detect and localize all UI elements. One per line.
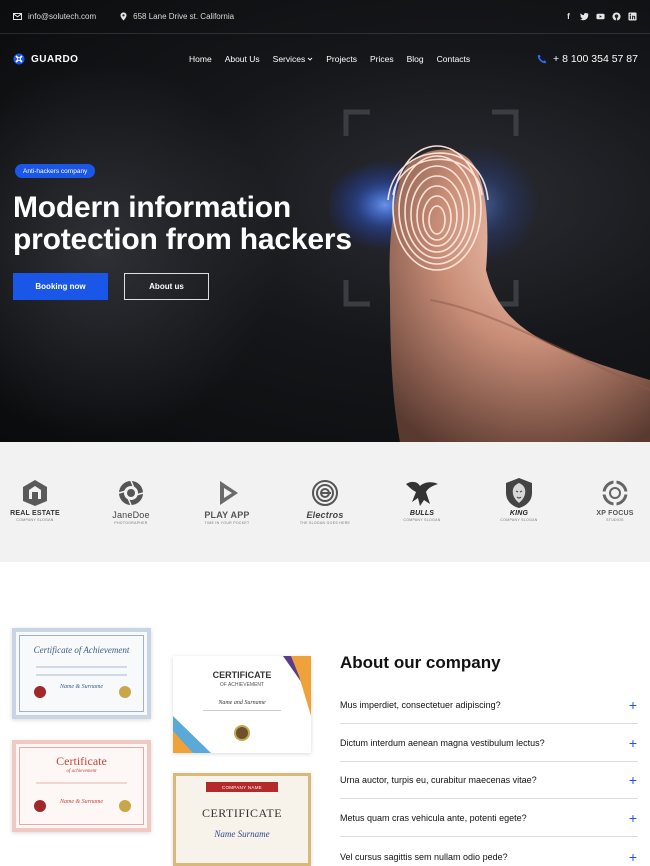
partner-slogan: THE SLOGAN GOES HERE: [299, 521, 351, 525]
certificate-image-pink: Certificate of achievement Name & Surnam…: [12, 740, 151, 832]
certificate-recipient-name: Name Surname: [214, 829, 270, 839]
certificate-image-modern: CERTIFICATE OF ACHIEVEMENT Name and Surn…: [173, 656, 311, 753]
partner-name: JaneDoe: [112, 510, 150, 520]
partner-name: PLAY APP: [204, 510, 250, 520]
nav-link-home[interactable]: Home: [189, 54, 212, 64]
partner-logos-strip: REAL ESTATE COMPANY SLOGAN JaneDoe PHOTO…: [0, 442, 650, 562]
mail-icon: [13, 13, 22, 20]
partner-slogan: PHOTOGRAPHER: [114, 521, 148, 525]
xp-focus-logo-icon: [602, 480, 628, 506]
real-estate-logo-icon: [23, 480, 47, 506]
partner-name: XP FOCUS: [596, 510, 634, 517]
certificate-title: CERTIFICATE: [201, 806, 283, 820]
logo-icon: [13, 53, 25, 65]
wax-seal-icon: [34, 800, 46, 812]
contact-address: 658 Lane Drive st. California: [120, 12, 234, 21]
facebook-icon[interactable]: f: [564, 12, 573, 21]
partner-logo-king[interactable]: KING COMPANY SLOGAN: [484, 478, 554, 528]
logo-text: GUARDO: [31, 53, 79, 65]
partner-name: KING: [509, 510, 529, 517]
about-us-button[interactable]: About us: [124, 273, 209, 300]
play-icon: [220, 481, 238, 505]
certificate-recipient-name: Name and Surname: [218, 700, 266, 706]
plus-icon[interactable]: +: [628, 698, 638, 712]
faq-question: Mus imperdiet, consectetuer adipiscing?: [340, 700, 501, 710]
header-phone[interactable]: + 8 100 354 57 87: [537, 40, 638, 78]
faq-question: Metus quam cras vehicula ante, potenti e…: [340, 813, 527, 823]
nav-link-prices[interactable]: Prices: [370, 54, 394, 64]
partner-slogan: COMPANY SLOGAN: [403, 518, 441, 522]
lion-shield-icon: [506, 478, 532, 508]
site-logo[interactable]: GUARDO: [13, 53, 78, 65]
gold-medal-icon: [119, 686, 131, 698]
partner-logo-xp-focus[interactable]: XP FOCUS STUDIOS: [580, 478, 650, 528]
youtube-icon[interactable]: [596, 12, 605, 21]
certificate-ribbon: COMPANY NAME: [206, 782, 278, 792]
booking-now-button[interactable]: Booking now: [13, 273, 108, 300]
hero-badge: Anti-hackers company: [15, 164, 96, 178]
faq-question: Vel cursus sagittis sem nullam odio pede…: [340, 851, 508, 862]
github-icon[interactable]: [612, 12, 621, 21]
location-pin-icon: [120, 12, 127, 21]
nav-link-blog[interactable]: Blog: [407, 54, 424, 64]
faq-item[interactable]: Mus imperdiet, consectetuer adipiscing? …: [340, 687, 638, 724]
phone-number: + 8 100 354 57 87: [553, 53, 638, 65]
partner-name: REAL ESTATE: [10, 510, 60, 517]
plus-icon[interactable]: +: [628, 850, 638, 864]
plus-icon[interactable]: +: [628, 811, 638, 825]
hero-section: info@solutech.com 658 Lane Drive st. Cal…: [0, 0, 650, 442]
certificate-image-blue: Certificate of Achievement Name & Surnam…: [12, 628, 151, 719]
nav-menu: Home About Us Services Projects Prices B…: [189, 40, 470, 78]
camera-aperture-icon: [118, 480, 144, 506]
gold-medal-icon: [119, 800, 131, 812]
partner-slogan: TIME IN YOUR POCKET: [204, 521, 250, 525]
about-section-title: About our company: [340, 653, 501, 672]
social-links: f: [564, 12, 637, 21]
partner-logo-play-app[interactable]: PLAY APP TIME IN YOUR POCKET: [192, 478, 262, 528]
faq-item[interactable]: Vel cursus sagittis sem nullam odio pede…: [340, 838, 638, 866]
gold-medal-icon: [234, 725, 250, 741]
chevron-down-icon: [307, 57, 313, 61]
main-navigation: GUARDO Home About Us Services Projects P…: [0, 40, 650, 78]
nav-link-services[interactable]: Services: [273, 54, 314, 64]
wax-seal-icon: [34, 686, 46, 698]
partner-logo-bulls[interactable]: BULLS COMPANY SLOGAN: [387, 478, 457, 528]
partner-logo-real-estate[interactable]: REAL ESTATE COMPANY SLOGAN: [0, 478, 70, 528]
bull-logo-icon: [406, 481, 438, 506]
faq-question: Dictum interdum aenean magna vestibulum …: [340, 738, 545, 748]
email-text: info@solutech.com: [28, 12, 97, 21]
nav-link-about-us[interactable]: About Us: [225, 54, 260, 64]
certificate-subtitle: of achievement: [66, 769, 97, 774]
linkedin-icon[interactable]: [628, 12, 637, 21]
partner-slogan: COMPANY SLOGAN: [500, 518, 538, 522]
top-info-bar: info@solutech.com 658 Lane Drive st. Cal…: [0, 0, 650, 34]
certificate-image-ornate: COMPANY NAME CERTIFICATE Name Surname: [173, 773, 311, 866]
faq-item[interactable]: Urna auctor, turpis eu, curabitur maecen…: [340, 762, 638, 799]
fingerprint-hero-image: [330, 109, 650, 442]
faq-question: Urna auctor, turpis eu, curabitur maecen…: [340, 775, 537, 785]
partner-logo-janedoe[interactable]: JaneDoe PHOTOGRAPHER: [96, 478, 166, 528]
partner-name: BULLS: [409, 510, 435, 517]
certificate-subtitle: OF ACHIEVEMENT: [219, 682, 265, 688]
twitter-icon[interactable]: [580, 12, 589, 21]
contact-email[interactable]: info@solutech.com: [13, 12, 96, 21]
partner-slogan: STUDIOS: [606, 518, 624, 522]
partner-name: Electros: [306, 510, 344, 520]
certificate-title: Certificate: [56, 754, 107, 768]
partner-logo-electros[interactable]: Electros THE SLOGAN GOES HERE: [290, 478, 360, 528]
nav-link-contacts[interactable]: Contacts: [437, 54, 471, 64]
plus-icon[interactable]: +: [628, 736, 638, 750]
electros-logo-icon: [312, 480, 338, 506]
nav-link-services-label: Services: [272, 54, 306, 64]
faq-item[interactable]: Metus quam cras vehicula ante, potenti e…: [340, 800, 638, 837]
address-text: 658 Lane Drive st. California: [133, 12, 235, 21]
partner-slogan: COMPANY SLOGAN: [16, 518, 54, 522]
faq-item[interactable]: Dictum interdum aenean magna vestibulum …: [340, 725, 638, 762]
hero-title: Modern information protection from hacke…: [13, 191, 352, 256]
plus-icon[interactable]: +: [628, 773, 638, 787]
phone-icon: [537, 54, 547, 64]
nav-link-projects[interactable]: Projects: [326, 54, 357, 64]
certificate-title: Certificate of Achievement: [33, 645, 130, 655]
certificate-title: CERTIFICATE: [212, 670, 272, 680]
